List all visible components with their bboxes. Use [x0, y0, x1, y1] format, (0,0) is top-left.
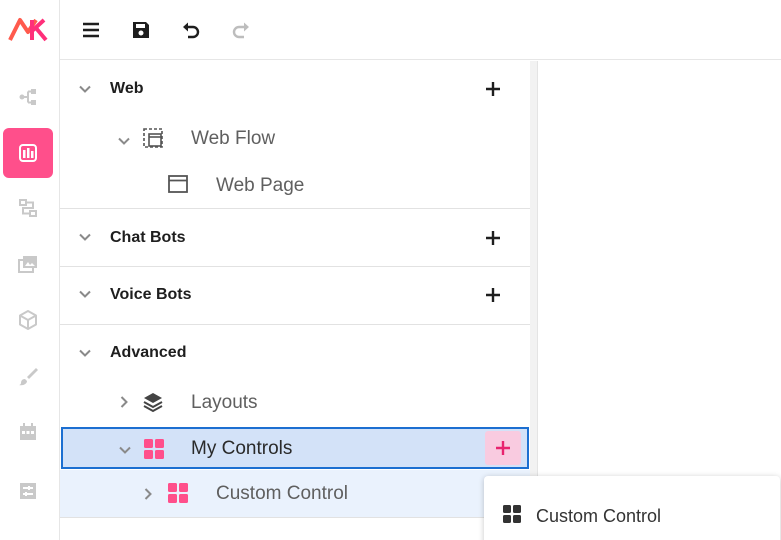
tree-item-label: Layouts — [191, 392, 258, 413]
section-web[interactable]: Web — [60, 61, 530, 117]
add-control-button[interactable] — [485, 431, 521, 465]
popup-item-label: Custom Control — [536, 506, 662, 526]
tree-item-web-flow[interactable]: Web Flow — [60, 117, 530, 163]
add-control-popup: Custom Control — [484, 476, 780, 540]
section-advanced[interactable]: Advanced — [60, 325, 530, 381]
flow-icon — [19, 89, 36, 105]
tree-item-label: Web Flow — [191, 128, 276, 149]
chevron-down-icon[interactable] — [78, 230, 92, 244]
section-chat-bots[interactable]: Chat Bots — [60, 209, 530, 266]
grid-icon — [168, 483, 188, 503]
calendar-icon — [20, 423, 36, 440]
web-flow-icon — [143, 128, 163, 148]
tree-item-web-page[interactable]: Web Page — [60, 163, 530, 209]
section-title: Advanced — [110, 344, 187, 361]
menu-icon — [83, 22, 99, 38]
data-icon — [20, 483, 36, 499]
rail-brush-button[interactable] — [3, 351, 53, 401]
chevron-down-icon[interactable] — [118, 443, 132, 457]
brush-icon — [19, 368, 38, 386]
add-chat-bot-icon[interactable] — [484, 229, 502, 247]
tree-item-layouts[interactable]: Layouts — [60, 379, 530, 425]
workflow-icon — [19, 199, 37, 217]
chevron-down-icon[interactable] — [78, 287, 92, 301]
add-voice-bot-icon[interactable] — [484, 286, 502, 304]
web-page-icon — [168, 175, 188, 193]
chevron-right-icon[interactable] — [117, 395, 131, 409]
menu-button[interactable] — [76, 15, 106, 45]
left-rail — [0, 0, 60, 540]
section-separator — [60, 517, 530, 518]
redo-button[interactable] — [226, 15, 256, 45]
package-icon — [19, 310, 37, 330]
grid-icon — [503, 505, 521, 523]
rail-ui-designer-button[interactable] — [3, 128, 53, 178]
tree-item-my-controls[interactable]: My Controls — [61, 427, 529, 469]
chevron-down-icon[interactable] — [117, 134, 131, 148]
toolbar — [60, 0, 781, 60]
media-icon — [18, 256, 37, 273]
chevron-down-icon[interactable] — [78, 82, 92, 96]
undo-icon — [183, 22, 200, 39]
grid-icon — [144, 439, 164, 459]
undo-button[interactable] — [176, 15, 206, 45]
section-title: Chat Bots — [110, 229, 186, 246]
tree-item-label: Custom Control — [216, 483, 348, 504]
app-window: Web Web Flow Web Page Chat Bots Voice Bo… — [0, 0, 781, 540]
rail-calendar-button[interactable] — [3, 407, 53, 457]
section-title: Voice Bots — [110, 286, 192, 303]
rail-workflow-button[interactable] — [3, 183, 53, 233]
section-title: Web — [110, 80, 144, 97]
app-logo[interactable] — [8, 14, 48, 44]
panel-splitter[interactable] — [530, 61, 538, 540]
tree-item-custom-control[interactable]: Custom Control — [60, 470, 530, 517]
tree-item-label: Web Page — [216, 175, 305, 196]
chevron-down-icon[interactable] — [78, 346, 92, 360]
save-button[interactable] — [126, 15, 156, 45]
rail-media-button[interactable] — [3, 239, 53, 289]
rail-flow-button[interactable] — [3, 72, 53, 122]
tree-item-label: My Controls — [191, 438, 293, 459]
redo-icon — [232, 22, 249, 39]
plus-icon — [496, 441, 510, 455]
ui-designer-icon — [19, 144, 37, 162]
add-web-icon[interactable] — [484, 80, 502, 98]
save-icon — [133, 22, 149, 38]
section-voice-bots[interactable]: Voice Bots — [60, 267, 530, 324]
rail-data-button[interactable] — [3, 466, 53, 516]
chevron-right-icon[interactable] — [141, 487, 155, 501]
layers-icon — [143, 393, 163, 413]
rail-package-button[interactable] — [3, 295, 53, 345]
